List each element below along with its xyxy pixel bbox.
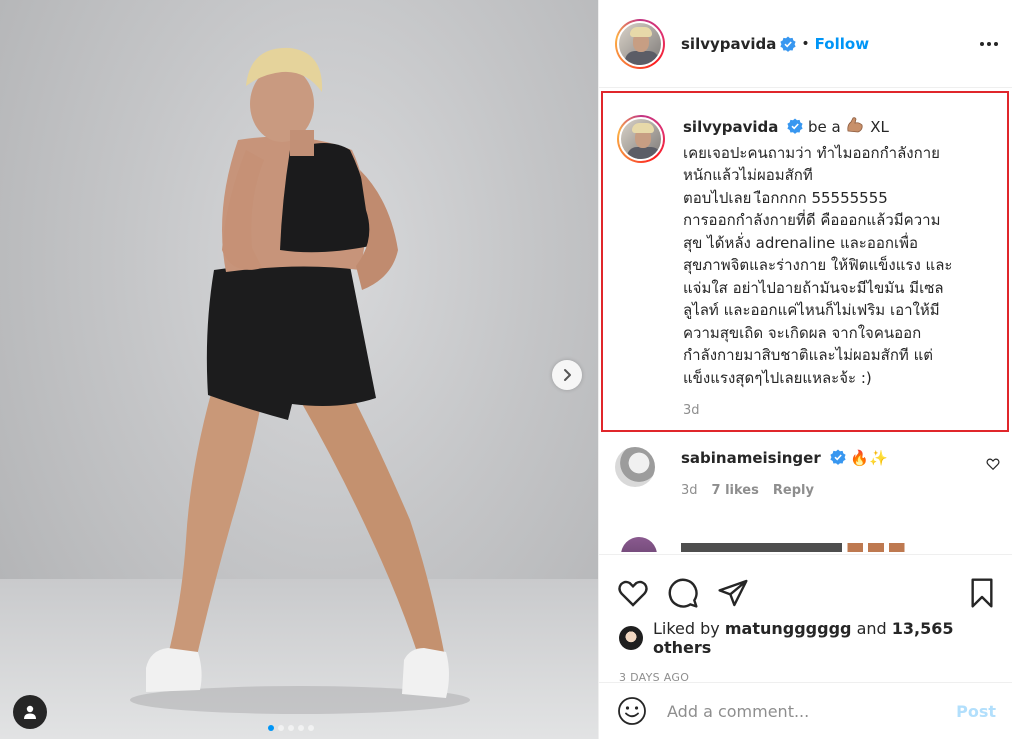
caption-text: silvypavida be a XL เคยเจอปะคนถามว่า ทำไ… [683,115,983,423]
post-actions: Liked by matungggggg and 13,565 others 3… [599,554,1012,684]
liked-by-and: and [856,619,887,638]
caption-line: ความสุขเถิด จะเกิดผล จากใจคนออก [683,323,922,342]
next-commenter-avatar[interactable] [621,537,657,552]
author-avatar[interactable] [615,18,665,69]
caption-lead-after: XL [870,118,889,136]
flexed-biceps-icon [845,115,865,142]
caption-line: ตอบไปเลย เ [683,188,762,207]
carousel-dot [288,725,294,731]
verified-badge-icon [787,118,803,134]
person-icon [24,705,36,719]
comment-likes[interactable]: 7 likes [712,483,759,498]
author-username[interactable]: silvypavida [681,35,776,53]
caption-line: การออกกำลังกายที่ดี คือออกแล้วมีความ [683,211,941,229]
comment-item: sabinameisinger 🔥✨ 3d 7 likes Reply [615,447,1000,498]
caption: silvypavida be a XL เคยเจอปะคนถามว่า ทำไ… [617,115,983,423]
caption-line: ือกกกก 55555555 [761,188,888,207]
share-paper-plane-icon[interactable] [717,577,749,609]
liked-by-row: Liked by matungggggg and 13,565 others [599,619,1012,657]
add-comment-bar: Post [599,682,1012,739]
comment-timestamp[interactable]: 3d [681,483,698,498]
caption-author-avatar[interactable] [617,115,665,163]
post-side-panel: silvypavida • Follow silvypavida be a XL… [598,0,1012,739]
comment-heart-icon[interactable] [986,457,1000,471]
photo-subject [130,47,470,714]
verified-badge-icon [780,36,797,52]
liked-by-prefix: Liked by [653,619,720,638]
emoji-smile-icon[interactable] [617,696,647,726]
separator-dot: • [801,35,810,52]
caption-line: กำลังกายมาสิบชาติและไม่ผอมสักที แต่ [683,346,933,364]
post-photo[interactable] [0,0,598,739]
comment-bubble-icon[interactable] [667,577,699,609]
carousel-dot [278,725,284,731]
commenter-avatar[interactable] [615,447,655,487]
caption-line: แจ่มใส อย่าไปอายถ้ามันจะมีไขมัน มีเซล [683,278,944,297]
next-image-button[interactable] [552,360,582,390]
caption-line: ลูไลท์ และออกแค่ไหนก็ไม่เฟริม เอาให้มี [683,301,940,319]
post-comment-button[interactable]: Post [956,702,996,721]
liker-avatar[interactable] [619,626,643,650]
save-bookmark-icon[interactable] [966,577,998,609]
carousel-dot [308,725,314,731]
next-comment-preview [681,543,941,552]
caption-lead: be a [807,118,841,136]
comment-input[interactable] [667,701,957,721]
liker-username[interactable]: matungggggg [725,619,852,638]
caption-timestamp[interactable]: 3d [683,400,983,423]
like-heart-icon[interactable] [617,577,649,609]
reply-button[interactable]: Reply [773,483,814,498]
caption-line: สุขภาพจิตและร่างกาย ให้ฟิตแข็งแรง และ [683,256,953,274]
tagged-users-button[interactable] [13,695,47,729]
caption-username[interactable]: silvypavida [683,118,778,136]
caption-line: เคยเจอปะคนถามว่า ทำไมออกกำลังกาย [683,143,940,162]
carousel-dots [268,725,314,731]
caption-highlight-box: silvypavida be a XL เคยเจอปะคนถามว่า ทำไ… [601,91,1009,432]
follow-button[interactable]: Follow [815,35,869,53]
caption-line: หนักแล้วไม่ผอมสักที [683,166,813,184]
caption-line: แข็งแรงสุดๆไปเลยแหละจ้ะ :) [683,368,872,387]
comments-section[interactable]: silvypavida be a XL เคยเจอปะคนถามว่า ทำไ… [599,89,1012,552]
chevron-right-icon [564,369,571,381]
carousel-dot [298,725,304,731]
commenter-username[interactable]: sabinameisinger [681,449,821,467]
caption-line: สุข ได้หลั่ง adrenaline และออกเพื่อ [683,233,918,252]
more-options-icon[interactable] [980,36,998,52]
post-header: silvypavida • Follow [599,0,1012,88]
carousel-dot [268,725,274,731]
verified-badge-icon [829,449,846,465]
comment-text: 🔥✨ [850,449,888,467]
